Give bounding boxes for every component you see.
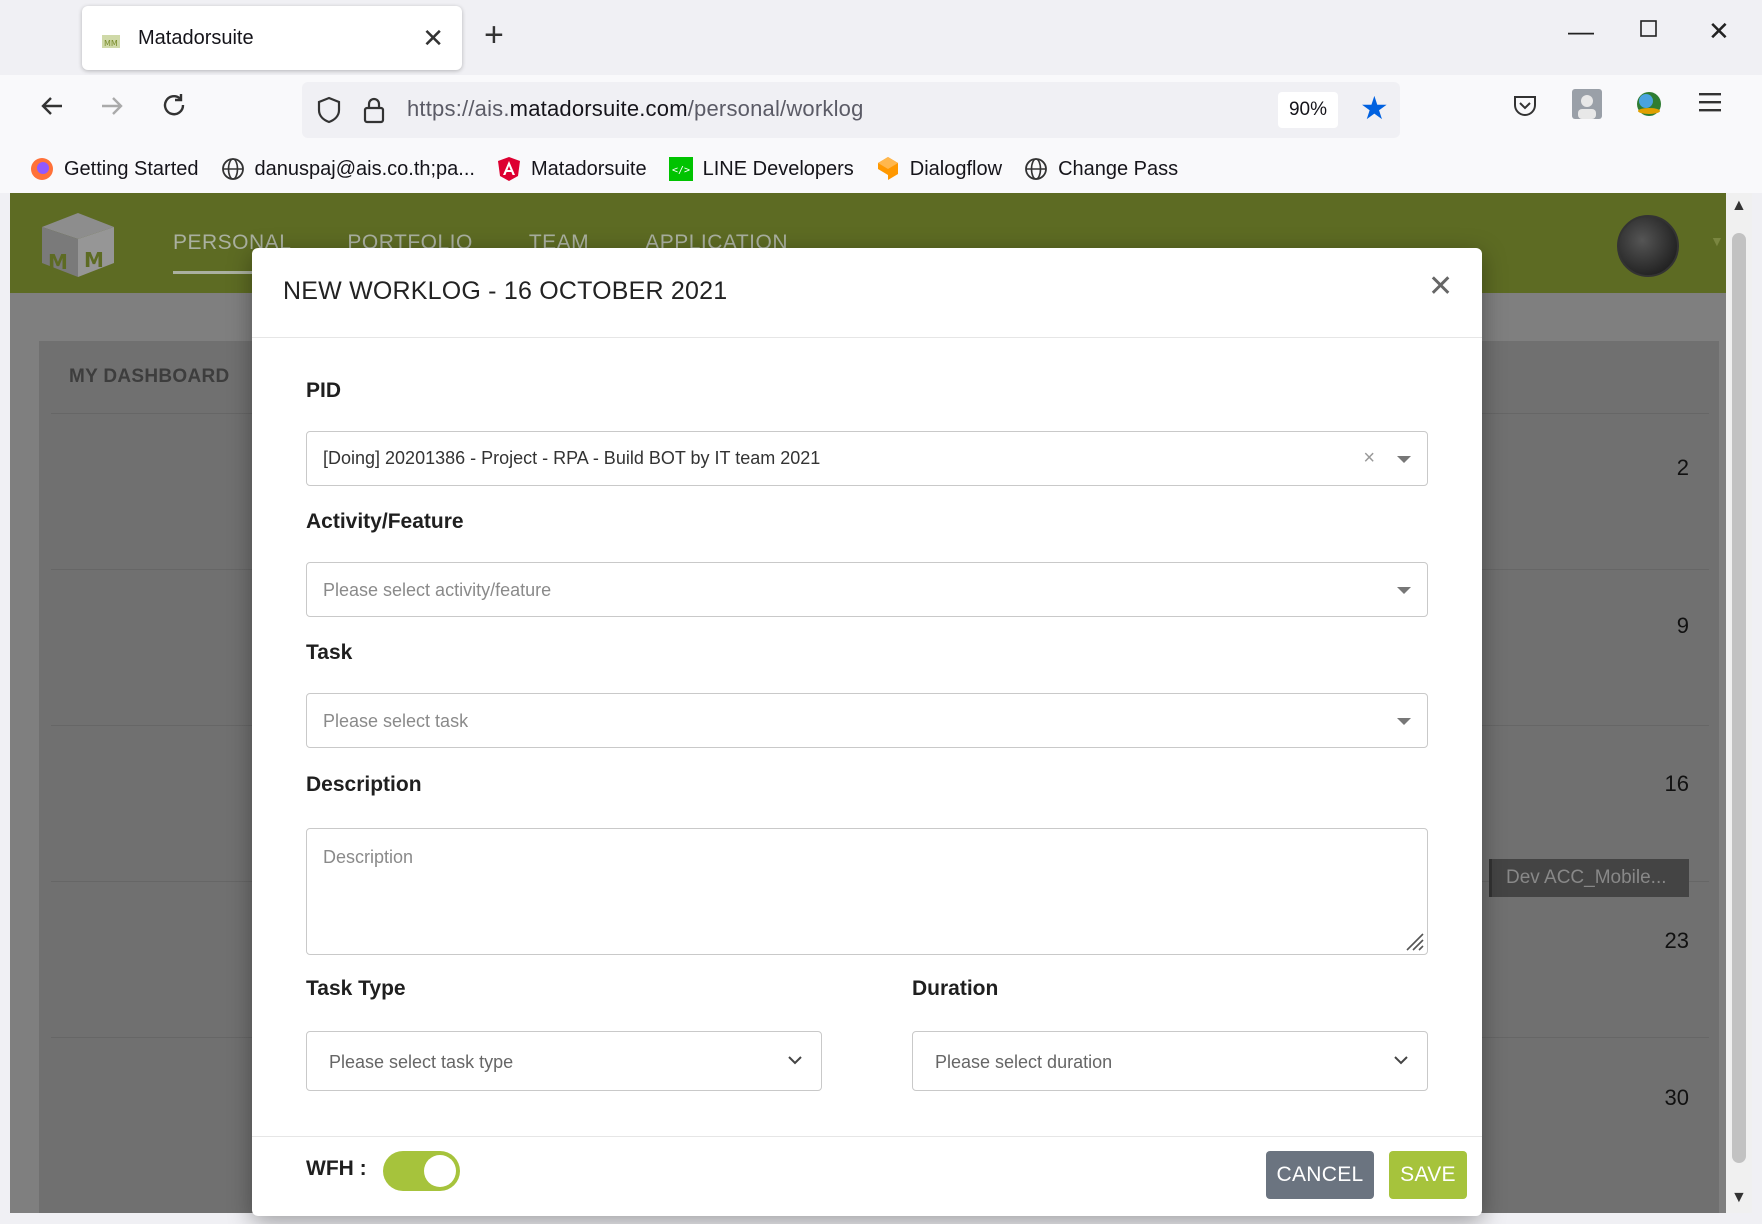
dialogflow-icon bbox=[876, 157, 900, 181]
minimize-icon[interactable]: — bbox=[1568, 18, 1594, 44]
scrollbar-thumb[interactable] bbox=[1732, 233, 1746, 1163]
address-bar[interactable]: https://ais.matadorsuite.com/personal/wo… bbox=[302, 82, 1400, 138]
url-text[interactable]: https://ais.matadorsuite.com/personal/wo… bbox=[407, 96, 864, 122]
duration-placeholder: Please select duration bbox=[935, 1052, 1113, 1072]
scroll-up-icon[interactable]: ▲ bbox=[1731, 197, 1747, 215]
pocket-icon[interactable] bbox=[1512, 93, 1538, 124]
task-label: Task bbox=[306, 641, 353, 664]
pid-selected-value: [Doing] 20201386 - Project - RPA - Build… bbox=[323, 448, 821, 468]
tab-close-icon[interactable]: ✕ bbox=[422, 25, 444, 51]
task-type-label: Task Type bbox=[306, 977, 406, 1000]
bookmark-label: danuspaj@ais.co.th;pa... bbox=[254, 157, 475, 180]
bookmark-label: Getting Started bbox=[64, 157, 199, 180]
svg-text:M: M bbox=[84, 248, 104, 272]
modal-footer: WFH : CANCEL SAVE bbox=[252, 1136, 1482, 1216]
task-select[interactable]: Please select task bbox=[306, 693, 1428, 748]
reload-icon[interactable] bbox=[160, 92, 188, 126]
bookmark-getting-started[interactable]: Getting Started bbox=[30, 157, 199, 181]
scroll-down-icon[interactable]: ▼ bbox=[1731, 1189, 1747, 1207]
modal-close-icon[interactable]: ✕ bbox=[1428, 272, 1453, 302]
resize-handle-icon[interactable] bbox=[1403, 930, 1425, 952]
wfh-label: WFH : bbox=[306, 1157, 367, 1180]
calendar-day-number[interactable]: 30 bbox=[1665, 1085, 1689, 1111]
line-icon: </> bbox=[668, 157, 693, 181]
duration-label: Duration bbox=[912, 977, 999, 1000]
browser-window: MM Matadorsuite ✕ + — ✕ https://ais.mata… bbox=[0, 0, 1762, 1224]
bookmark-label: LINE Developers bbox=[702, 157, 854, 180]
zoom-level-badge[interactable]: 90% bbox=[1278, 92, 1338, 128]
angular-icon bbox=[497, 157, 521, 181]
browser-tab[interactable]: MM Matadorsuite ✕ bbox=[82, 6, 462, 70]
pid-label: PID bbox=[306, 379, 342, 402]
matadorsuite-favicon-icon: MM bbox=[100, 27, 122, 49]
tab-title: Matadorsuite bbox=[138, 26, 254, 49]
bookmarks-bar: Getting Started danuspaj@ais.co.th;pa...… bbox=[0, 145, 1762, 193]
bookmark-label: Matadorsuite bbox=[530, 157, 647, 180]
cancel-button[interactable]: CANCEL bbox=[1266, 1151, 1374, 1199]
bookmark-matadorsuite[interactable]: Matadorsuite bbox=[497, 157, 647, 181]
calendar-day-number[interactable]: 23 bbox=[1665, 928, 1689, 954]
avatar-caret-icon[interactable]: ▼ bbox=[1710, 233, 1724, 249]
extension-globe-icon[interactable] bbox=[1634, 89, 1664, 124]
globe-icon bbox=[221, 157, 245, 181]
calendar-day-number[interactable]: 16 bbox=[1665, 771, 1689, 797]
menu-hamburger-icon[interactable] bbox=[1699, 91, 1723, 118]
modal-header: NEW WORKLOG - 16 OCTOBER 2021 ✕ bbox=[252, 248, 1482, 338]
caret-down-icon[interactable] bbox=[1397, 718, 1411, 725]
window-close-icon[interactable]: ✕ bbox=[1708, 18, 1730, 44]
description-label: Description bbox=[306, 773, 422, 796]
activity-label: Activity/Feature bbox=[306, 510, 464, 533]
modal-title: NEW WORKLOG - 16 OCTOBER 2021 bbox=[283, 277, 728, 305]
bookmark-change-pass[interactable]: Change Pass bbox=[1024, 157, 1178, 181]
user-avatar[interactable] bbox=[1617, 215, 1679, 277]
svg-text:</>: </> bbox=[672, 165, 690, 176]
navigation-toolbar: https://ais.matadorsuite.com/personal/wo… bbox=[0, 75, 1762, 145]
tracking-shield-icon[interactable] bbox=[316, 96, 342, 129]
globe-icon bbox=[1024, 157, 1048, 181]
calendar-event-chip[interactable]: Dev ACC_Mobile... bbox=[1489, 859, 1689, 897]
bookmark-label: Dialogflow bbox=[909, 157, 1003, 180]
description-placeholder: Description bbox=[323, 847, 414, 867]
duration-select[interactable]: Please select duration bbox=[912, 1031, 1428, 1091]
pid-select[interactable]: [Doing] 20201386 - Project - RPA - Build… bbox=[306, 431, 1428, 486]
task-type-select[interactable]: Please select task type bbox=[306, 1031, 822, 1091]
bookmark-label: Change Pass bbox=[1058, 157, 1179, 180]
activity-placeholder: Please select activity/feature bbox=[323, 580, 552, 600]
wfh-toggle[interactable] bbox=[383, 1151, 460, 1191]
task-placeholder: Please select task bbox=[323, 711, 469, 731]
svg-text:MM: MM bbox=[104, 39, 118, 48]
description-textarea[interactable]: Description bbox=[306, 828, 1428, 955]
new-tab-icon[interactable]: + bbox=[484, 18, 504, 52]
tab-strip: MM Matadorsuite ✕ + — ✕ bbox=[0, 0, 1762, 75]
bookmark-dialogflow[interactable]: Dialogflow bbox=[876, 157, 1002, 181]
calendar-day-number[interactable]: 2 bbox=[1677, 455, 1689, 481]
lock-icon[interactable] bbox=[362, 96, 386, 129]
bookmark-line-developers[interactable]: </> LINE Developers bbox=[668, 157, 854, 181]
bookmark-danuspaj[interactable]: danuspaj@ais.co.th;pa... bbox=[221, 157, 475, 181]
page-scrollbar[interactable]: ▲ ▼ bbox=[1726, 193, 1752, 1213]
matador-logo: M M bbox=[32, 209, 124, 279]
caret-down-icon[interactable] bbox=[1397, 587, 1411, 594]
forward-icon[interactable] bbox=[98, 92, 126, 126]
account-avatar-icon[interactable] bbox=[1572, 89, 1602, 124]
firefox-icon bbox=[30, 157, 54, 181]
bookmark-star-icon[interactable]: ★ bbox=[1360, 92, 1389, 124]
clear-selection-icon[interactable]: × bbox=[1363, 447, 1375, 470]
caret-down-icon[interactable] bbox=[1397, 456, 1411, 463]
toggle-knob bbox=[424, 1155, 456, 1187]
save-button[interactable]: SAVE bbox=[1389, 1151, 1467, 1199]
maximize-icon[interactable] bbox=[1640, 16, 1658, 42]
chevron-down-icon[interactable] bbox=[787, 1052, 803, 1073]
activity-select[interactable]: Please select activity/feature bbox=[306, 562, 1428, 617]
svg-text:M: M bbox=[48, 250, 68, 274]
back-icon[interactable] bbox=[38, 92, 66, 126]
chevron-down-icon[interactable] bbox=[1393, 1052, 1409, 1073]
calendar-day-number[interactable]: 9 bbox=[1677, 613, 1689, 639]
new-worklog-modal: NEW WORKLOG - 16 OCTOBER 2021 ✕ PID [Doi… bbox=[252, 248, 1482, 1216]
task-type-placeholder: Please select task type bbox=[329, 1052, 514, 1072]
tab-my-dashboard[interactable]: MY DASHBOARD bbox=[39, 341, 239, 413]
